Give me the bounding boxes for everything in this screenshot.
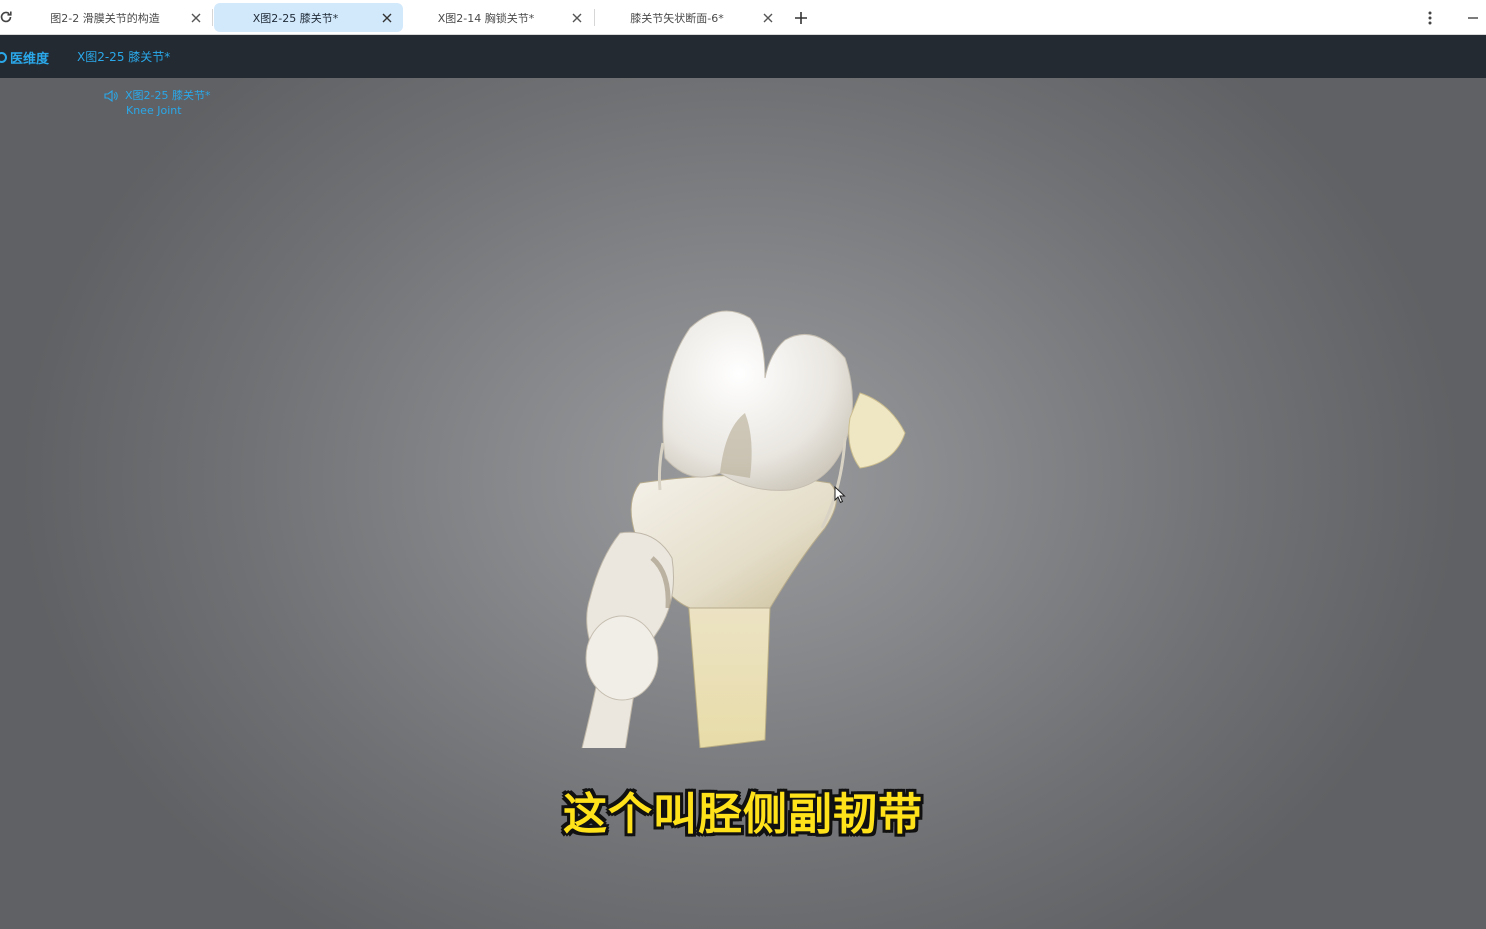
model-caption: X图2-25 膝关节* Knee Joint <box>104 88 211 118</box>
close-icon[interactable] <box>567 8 587 28</box>
minimize-icon[interactable] <box>1463 8 1483 28</box>
tab-label: X图2-14 胸锁关节* <box>437 11 535 25</box>
more-vert-icon[interactable] <box>1421 8 1439 28</box>
app-header: 医维度 X图2-25 膝关节* <box>0 35 1486 78</box>
plus-icon[interactable] <box>790 7 812 29</box>
tab-label: 图2-2 滑膜关节的构造 <box>50 11 160 25</box>
tab-synovial-joint[interactable]: 图2-2 滑膜关节的构造 <box>24 3 212 32</box>
close-icon[interactable] <box>186 8 206 28</box>
speaker-icon[interactable] <box>104 89 119 102</box>
model-title: X图2-25 膝关节* <box>125 89 211 102</box>
tab-knee-sagittal-section[interactable]: 膝关节矢状断面-6* <box>596 3 784 32</box>
logo-icon <box>0 51 7 63</box>
knee-joint-model[interactable] <box>560 228 920 748</box>
close-icon[interactable] <box>377 8 397 28</box>
tab-divider <box>594 9 595 26</box>
brand-name: 医维度 <box>10 51 50 67</box>
mouse-cursor-icon <box>834 486 846 504</box>
tab-knee-joint[interactable]: X图2-25 膝关节* <box>214 3 403 32</box>
page-title: X图2-25 膝关节* <box>77 50 171 64</box>
tab-label: 膝关节矢状断面-6* <box>630 11 724 25</box>
model-subtitle: Knee Joint <box>126 104 182 117</box>
close-icon[interactable] <box>758 8 778 28</box>
reload-icon[interactable] <box>0 8 15 26</box>
model-viewport[interactable]: X图2-25 膝关节* Knee Joint 这个叫胫侧副韧带 <box>0 78 1486 929</box>
tab-sternoclavicular-joint[interactable]: X图2-14 胸锁关节* <box>405 3 593 32</box>
tab-label: X图2-25 膝关节* <box>252 11 339 25</box>
browser-tab-bar: 图2-2 滑膜关节的构造 X图2-25 膝关节* X图2-14 胸锁关节* 膝关… <box>0 0 1486 35</box>
tab-divider <box>212 9 213 26</box>
brand-logo[interactable]: 医维度 <box>0 47 49 67</box>
video-subtitle-caption: 这个叫胫侧副韧带 <box>563 789 923 840</box>
